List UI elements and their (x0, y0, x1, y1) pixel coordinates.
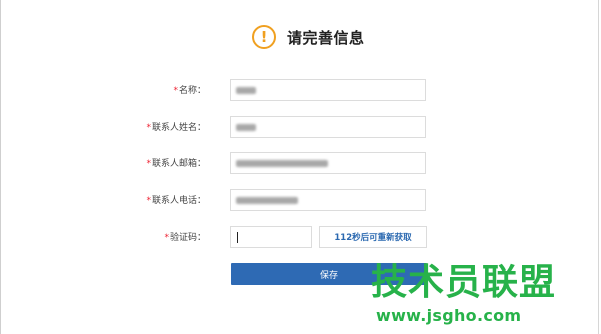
contact-name-label: *联系人姓名： (146, 123, 206, 133)
name-input[interactable] (230, 79, 426, 101)
resend-code-button[interactable]: 112秒后可重新获取 (319, 226, 427, 248)
page-title: 请完善信息 (287, 28, 365, 47)
verify-code-input[interactable] (230, 226, 312, 248)
contact-email-input[interactable] (230, 152, 426, 174)
contact-phone-input[interactable] (230, 189, 426, 211)
verify-code-label: *验证码： (164, 233, 206, 243)
form-header: ! 请完善信息 (252, 22, 365, 52)
name-label: *名称： (173, 86, 206, 96)
left-border (0, 0, 1, 334)
exclamation-circle-icon: ! (252, 25, 276, 49)
right-border (598, 0, 599, 334)
watermark-logo-text: 技术员联盟 (371, 262, 557, 303)
watermark-url: www.jsgho.com (376, 306, 522, 325)
contact-email-label: *联系人邮箱： (146, 159, 206, 169)
contact-name-input[interactable] (230, 116, 426, 138)
contact-phone-label: *联系人电话： (146, 196, 206, 206)
text-caret (237, 232, 238, 243)
